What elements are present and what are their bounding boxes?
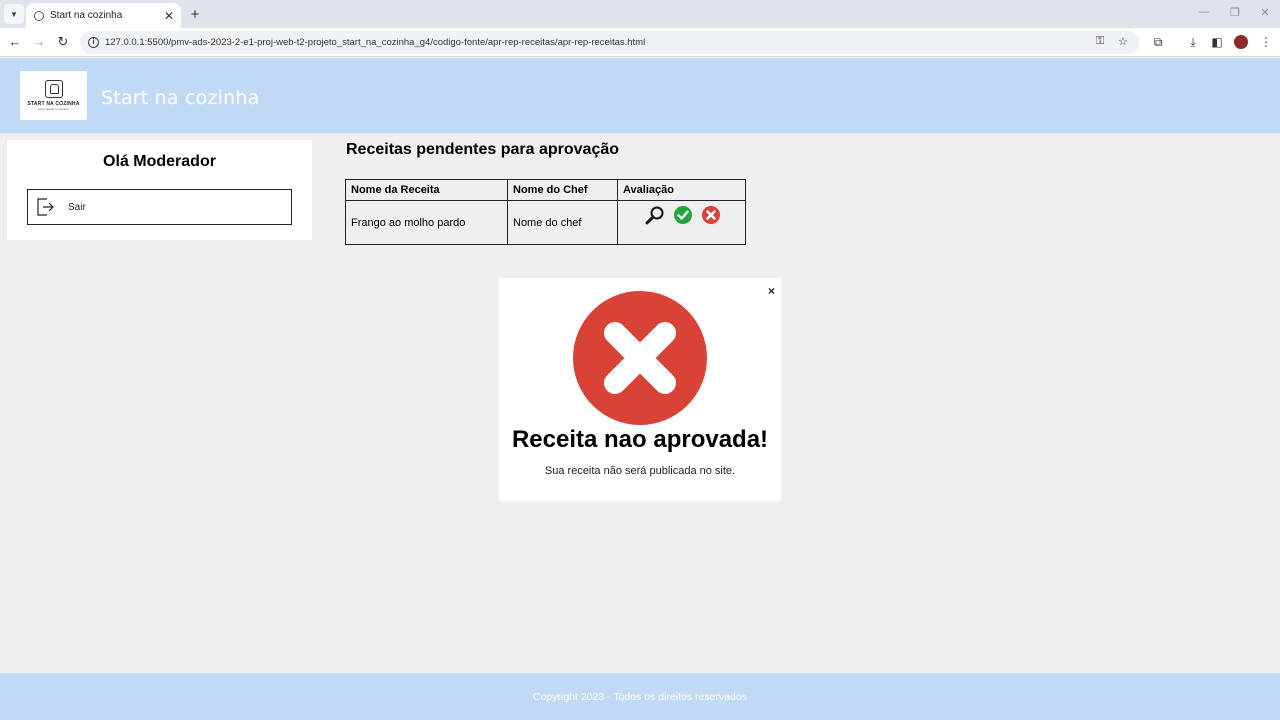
url-field[interactable]: i 127.0.0.1:5500/pmv-ads-2023-2-e1-proj-… — [80, 31, 1140, 54]
search-icon[interactable] — [645, 205, 665, 225]
side-panel-icon[interactable]: ◧ — [1209, 34, 1225, 50]
logout-label: Sair — [68, 201, 86, 213]
key-icon[interactable]: ⚿ — [1096, 35, 1104, 48]
modal-close-icon[interactable]: × — [768, 284, 775, 298]
bookmark-star-icon[interactable]: ☆ — [1118, 35, 1128, 48]
modal-title: Receita nao aprovada! — [511, 426, 769, 453]
footer-copyright: Copyright 2023 - Todos os direitos reser… — [532, 690, 747, 703]
download-icon[interactable]: ⤓ — [1185, 34, 1201, 50]
globe-icon — [34, 10, 44, 21]
logo-subtitle: aprendendo a cozinhar — [38, 107, 69, 111]
site-logo[interactable]: START NA COZINHA aprendendo a cozinhar — [20, 71, 87, 120]
site-title: Start na cozinha — [101, 87, 260, 109]
sidebar: Olá Moderador Sair — [7, 140, 312, 240]
tab-close-icon[interactable]: ✕ — [161, 9, 177, 23]
pending-recipes-table: Nome da Receita Nome do Chef Avaliação F… — [345, 179, 746, 245]
site-info-icon[interactable]: i — [88, 37, 99, 48]
site-footer: Copyright 2023 - Todos os direitos reser… — [0, 673, 1280, 720]
reload-icon[interactable]: ↻ — [55, 34, 71, 50]
approve-icon[interactable] — [673, 205, 693, 225]
reject-large-icon — [573, 291, 707, 425]
rejection-modal: × Receita nao aprovada! Sua receita não … — [499, 278, 781, 501]
chef-name-cell: Nome do chef — [507, 200, 618, 245]
browser-tab[interactable]: Start na cozinha ✕ — [26, 3, 181, 28]
column-header-evaluation: Avaliação — [617, 179, 746, 201]
column-header-recipe: Nome da Receita — [345, 179, 508, 201]
restore-icon[interactable]: ❐ — [1228, 6, 1242, 19]
tab-title: Start na cozinha — [50, 10, 123, 21]
greeting: Olá Moderador — [103, 153, 216, 170]
logout-icon — [37, 198, 54, 216]
profile-avatar[interactable] — [1234, 35, 1248, 49]
forward-icon[interactable]: → — [31, 34, 47, 50]
recipe-name-cell: Frango ao molho pardo — [345, 200, 508, 245]
tab-search-button[interactable]: ▾ — [4, 4, 24, 24]
logout-button[interactable]: Sair — [27, 189, 292, 225]
menu-icon[interactable]: ⋮ — [1258, 34, 1274, 50]
new-tab-button[interactable]: + — [186, 5, 204, 23]
page-title: Receitas pendentes para aprovação — [346, 141, 620, 158]
reject-icon[interactable] — [701, 205, 721, 225]
extensions-icon[interactable]: ⧉ — [1150, 34, 1166, 50]
evaluation-cell — [617, 200, 746, 245]
minimize-icon[interactable]: — — [1197, 6, 1211, 18]
browser-tab-bar: ▾ Start na cozinha ✕ + — ❐ ✕ — [0, 0, 1280, 28]
back-icon[interactable]: ← — [7, 34, 23, 50]
window-close-icon[interactable]: ✕ — [1258, 6, 1272, 19]
chef-hat-icon — [44, 80, 63, 98]
column-header-chef: Nome do Chef — [507, 179, 618, 201]
url-text: 127.0.0.1:5500/pmv-ads-2023-2-e1-proj-we… — [105, 37, 646, 48]
modal-message: Sua receita não será publicada no site. — [544, 465, 736, 477]
address-bar: ← → ↻ i 127.0.0.1:5500/pmv-ads-2023-2-e1… — [0, 28, 1280, 57]
site-header: START NA COZINHA aprendendo a cozinhar S… — [0, 58, 1280, 133]
table-row: Frango ao molho pardo Nome do chef — [345, 200, 746, 245]
